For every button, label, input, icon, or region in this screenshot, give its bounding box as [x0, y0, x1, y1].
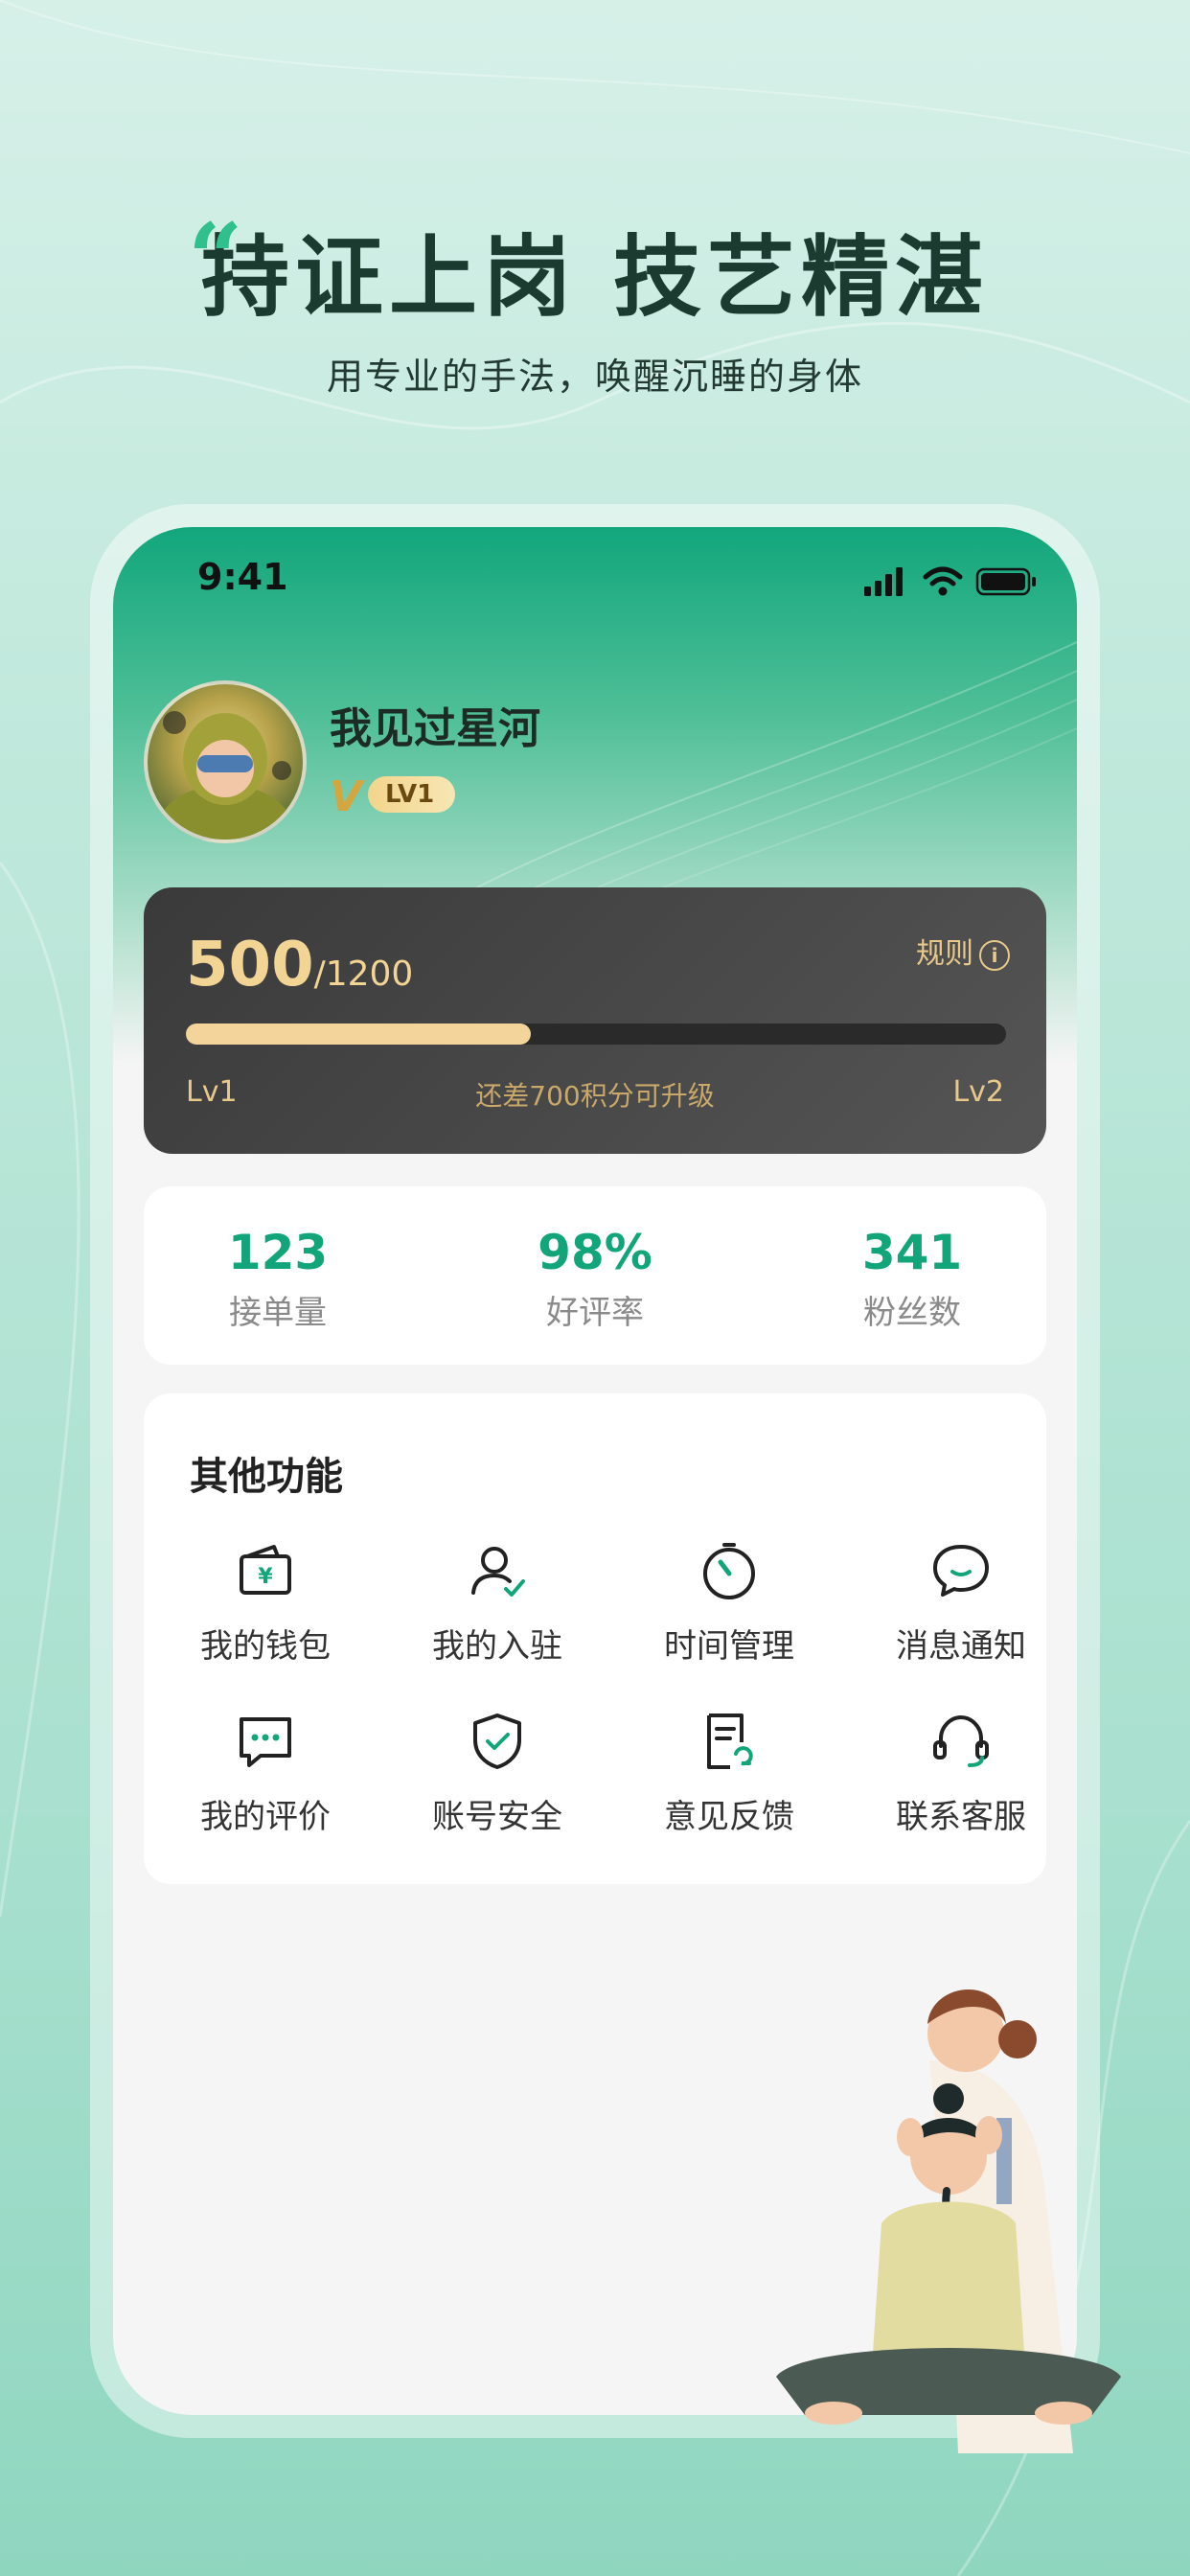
- points-progress-fill: [186, 1024, 531, 1045]
- points-progress-track: [186, 1024, 1006, 1045]
- menu-settle-in[interactable]: 我的入驻: [387, 1537, 607, 1667]
- menu-account-security[interactable]: 账号安全: [387, 1708, 607, 1837]
- profile-section: 我见过星河 V LV1: [144, 680, 1006, 843]
- status-bar: 9:41: [113, 556, 1077, 613]
- vip-icon: V: [330, 772, 363, 821]
- menu-label: 时间管理: [664, 1627, 794, 1666]
- points-display: 500/1200: [186, 930, 413, 1000]
- signal-icon: [864, 567, 903, 596]
- rules-label: 规则: [916, 937, 973, 971]
- headset-icon: [933, 1714, 989, 1767]
- stat-orders[interactable]: 123 接单量: [182, 1225, 374, 1333]
- menu-label: 我的评价: [200, 1798, 331, 1836]
- menu-notifications[interactable]: 消息通知: [851, 1537, 1071, 1667]
- wallet-icon: ¥: [240, 1545, 291, 1595]
- avatar[interactable]: [144, 680, 307, 843]
- stat-label: 接单量: [229, 1294, 327, 1332]
- stat-value: 98%: [538, 1225, 652, 1280]
- level-pill: LV1: [368, 776, 456, 813]
- menu-label: 我的入驻: [432, 1627, 562, 1666]
- user-check-icon: [471, 1547, 525, 1597]
- feedback-doc-icon: [707, 1714, 753, 1769]
- menu-time-management[interactable]: 时间管理: [619, 1537, 839, 1667]
- headline-title: 持证上岗 技艺精湛: [200, 226, 990, 329]
- quote-mark: “: [188, 202, 243, 315]
- menu-feedback[interactable]: 意见反馈: [619, 1708, 839, 1837]
- info-icon: i: [979, 939, 1010, 971]
- functions-title: 其他功能: [190, 1455, 343, 1499]
- status-time: 9:41: [197, 556, 288, 598]
- shield-icon: [473, 1714, 521, 1769]
- rules-link[interactable]: 规则 i: [916, 930, 1010, 972]
- wifi-icon: [923, 566, 963, 596]
- stat-label: 好评率: [546, 1294, 644, 1332]
- points-total: /1200: [313, 954, 414, 994]
- stat-value: 123: [227, 1225, 329, 1280]
- stat-rating[interactable]: 98% 好评率: [499, 1225, 691, 1333]
- menu-label: 消息通知: [896, 1627, 1026, 1666]
- svg-text:¥: ¥: [258, 1565, 273, 1589]
- menu-label: 联系客服: [896, 1798, 1026, 1836]
- points-card: 500/1200 规则 i Lv1 还差700积分可升级 Lv2: [144, 887, 1046, 1154]
- comment-icon: [240, 1717, 291, 1767]
- status-icons: [864, 565, 1037, 602]
- menu-wallet[interactable]: ¥ 我的钱包: [155, 1537, 376, 1667]
- menu-reviews[interactable]: 我的评价: [155, 1708, 376, 1837]
- battery-icon: [975, 567, 1036, 596]
- stats-card: 123 接单量 98% 好评率 341 粉丝数: [144, 1186, 1046, 1365]
- points-value: 500: [186, 930, 314, 1000]
- menu-customer-service[interactable]: 联系客服: [851, 1708, 1071, 1837]
- headline: “ 持证上岗 技艺精湛 用专业的手法，唤醒沉睡的身体: [0, 211, 1190, 400]
- menu-label: 账号安全: [432, 1798, 562, 1836]
- stat-label: 粉丝数: [863, 1294, 961, 1332]
- headline-subtitle: 用专业的手法，唤醒沉睡的身体: [326, 356, 863, 398]
- next-level: Lv2: [952, 1075, 1004, 1109]
- menu-label: 我的钱包: [200, 1627, 331, 1666]
- message-bubble-icon: [933, 1545, 989, 1597]
- upgrade-hint: 还差700积分可升级: [475, 1080, 715, 1112]
- timer-icon: [703, 1543, 755, 1599]
- other-functions-card: 其他功能 ¥ 我的钱包 我的入驻 时间管理 消息通知 我的评价 账号安全 意见反…: [144, 1393, 1046, 1884]
- stat-value: 341: [861, 1225, 963, 1280]
- massage-illustration: [776, 1989, 1121, 2453]
- menu-label: 意见反馈: [664, 1798, 794, 1836]
- username: 我见过星河: [330, 704, 540, 753]
- stat-fans[interactable]: 341 粉丝数: [816, 1225, 1008, 1333]
